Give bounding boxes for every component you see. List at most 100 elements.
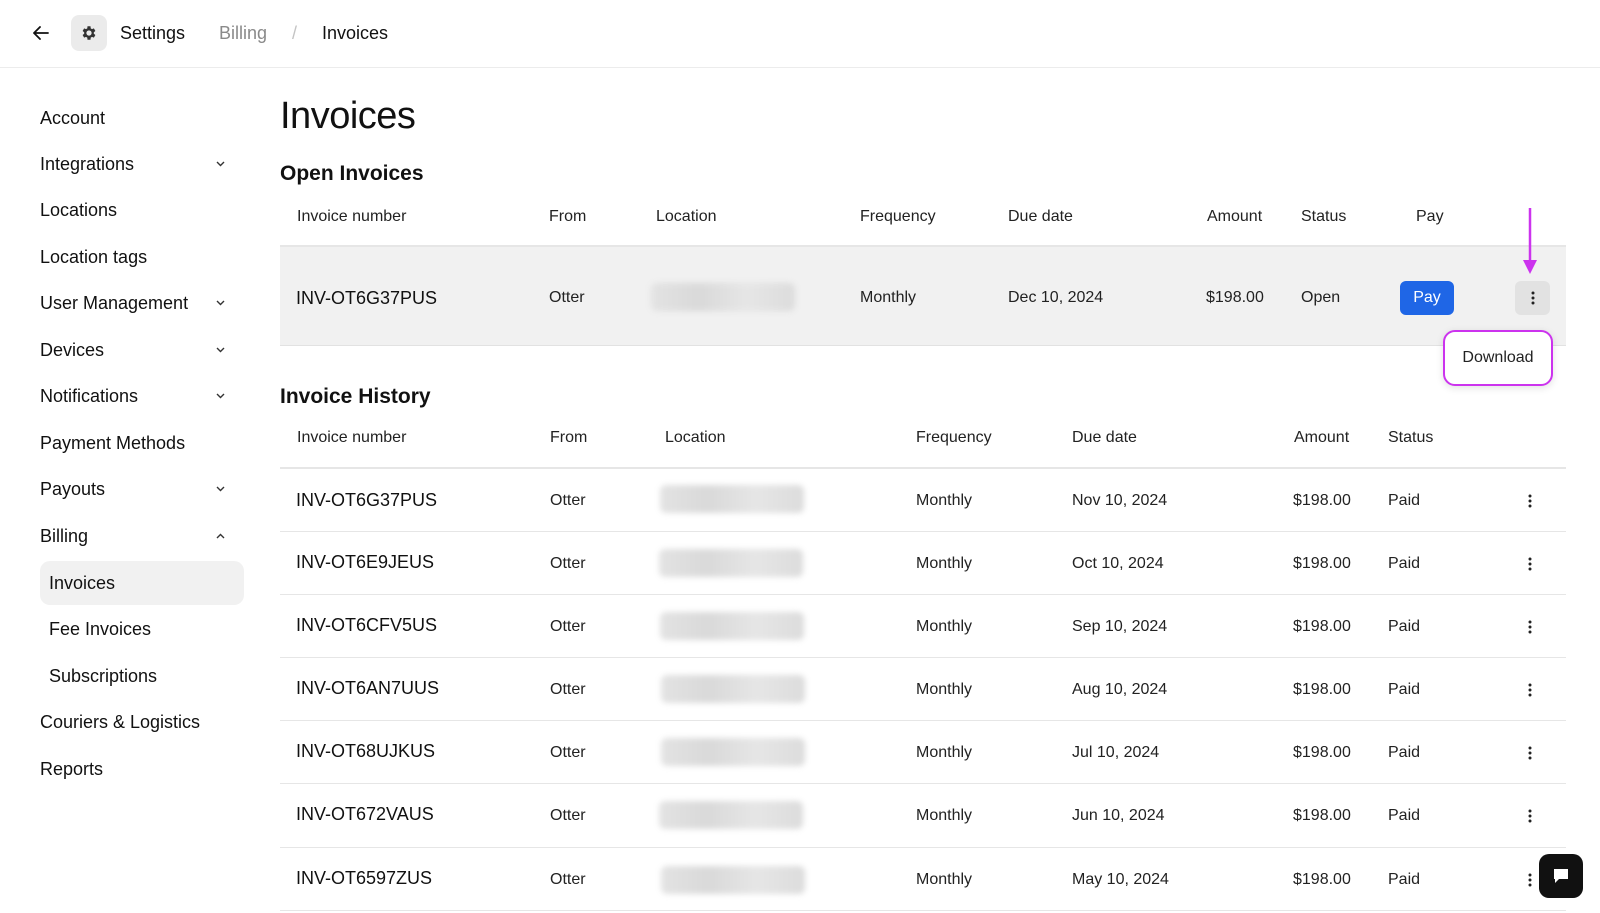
sidebar-item-label: Account [40,108,106,128]
sidebar-item-payment-methods[interactable]: Payment Methods [40,425,240,461]
sidebar-item-account[interactable]: Account [40,100,240,136]
history-due-date: May 10, 2024 [1072,871,1169,888]
history-invoice-number: INV-OT672VAUS [296,804,434,824]
open-invoice-menu-button[interactable] [1515,281,1550,315]
history-frequency: Monthly [916,681,973,698]
sidebar-subitem-label: Subscriptions [49,666,158,686]
row-menu-button[interactable] [1518,802,1542,830]
history-location-redacted [660,485,804,513]
history-due-date: Aug 10, 2024 [1072,681,1168,698]
row-menu-button[interactable] [1518,676,1542,704]
history-invoice-number: INV-OT68UJKUS [296,741,436,761]
history-amount: $198.00 [1293,807,1351,824]
page-title: Invoices [280,95,416,137]
history-col-amount: Amount [1294,429,1350,446]
row-menu-button[interactable] [1518,739,1542,767]
history-status: Paid [1388,681,1421,698]
kebab-menu-icon [1528,557,1532,571]
sidebar-item-devices[interactable]: Devices [40,332,240,368]
chevron-up-icon [214,518,226,554]
history-amount: $198.00 [1293,618,1351,635]
open-invoice-due-date: Dec 10, 2024 [1008,289,1104,306]
chat-button[interactable] [1539,854,1583,898]
sidebar-item-user-management[interactable]: User Management [40,285,240,321]
row-menu-button[interactable] [1518,613,1542,641]
history-location-redacted [659,549,803,577]
arrow-left-icon [33,26,49,40]
kebab-menu-icon [1528,683,1532,697]
pay-button[interactable]: Pay [1400,281,1454,315]
open-invoice-frequency: Monthly [860,289,917,306]
history-due-date: Oct 10, 2024 [1072,555,1164,572]
sidebar-item-couriers-logistics[interactable]: Couriers & Logistics [40,704,240,740]
sidebar-item-billing[interactable]: Billing [40,518,240,554]
sidebar-item-reports[interactable]: Reports [40,751,240,787]
sidebar-item-location-tags[interactable]: Location tags [40,239,240,275]
row-divider [280,594,1566,595]
history-invoice-number: INV-OT6597ZUS [296,868,433,888]
sidebar-item-payouts[interactable]: Payouts [40,471,240,507]
open-col-invoice-number: Invoice number [297,208,407,225]
sidebar-item-integrations[interactable]: Integrations [40,146,240,182]
row-divider [280,657,1566,658]
top-bar: Settings Billing / Invoices [0,0,1600,68]
chevron-down-icon [214,146,226,182]
open-col-location: Location [656,208,717,225]
history-amount: $198.00 [1293,744,1351,761]
breadcrumb-billing[interactable]: Billing [219,21,267,45]
invoice-history-title: Invoice History [280,385,431,408]
row-menu-button[interactable] [1518,550,1542,578]
history-status: Paid [1388,744,1421,761]
history-frequency: Monthly [916,492,973,509]
back-button[interactable] [28,20,54,46]
sidebar-subitem-invoices[interactable]: Invoices [40,561,244,605]
open-invoices-title: Open Invoices [280,162,424,185]
settings-icon-badge [71,15,107,51]
chevron-down-icon [214,332,226,368]
kebab-menu-icon [1531,291,1534,305]
history-invoice-number: INV-OT6AN7UUS [296,678,440,698]
sidebar-subitem-label: Invoices [49,573,116,593]
open-col-from: From [549,208,587,225]
chevron-down-icon [214,285,226,321]
sidebar-subitem-label: Fee Invoices [49,619,152,639]
history-status: Paid [1388,555,1421,572]
open-invoice-status: Open [1301,289,1341,306]
open-invoice-location-redacted [651,283,795,311]
history-due-date: Jul 10, 2024 [1072,744,1160,761]
open-col-pay: Pay [1416,208,1444,225]
history-invoice-number: INV-OT6G37PUS [296,490,438,510]
history-status: Paid [1388,618,1421,635]
history-amount: $198.00 [1293,492,1351,509]
breadcrumb-settings: Settings [120,23,186,43]
row-menu-button[interactable] [1518,487,1542,515]
open-invoice-amount: $198.00 [1206,289,1264,306]
history-from: Otter [550,807,586,824]
history-location-redacted [661,866,805,894]
row-divider [280,910,1566,911]
open-col-frequency: Frequency [860,208,936,225]
history-due-date: Jun 10, 2024 [1072,807,1165,824]
kebab-menu-icon [1528,620,1532,634]
sidebar-item-label: Couriers & Logistics [40,712,201,732]
download-menu-item[interactable]: Download [1443,330,1553,386]
sidebar-item-label: Billing [40,526,89,546]
history-col-due-date: Due date [1072,429,1137,446]
sidebar-item-notifications[interactable]: Notifications [40,378,240,414]
sidebar-item-label: User Management [40,293,189,313]
sidebar-item-label: Location tags [40,247,148,267]
open-col-amount: Amount [1207,208,1263,225]
chevron-down-icon [214,378,226,414]
history-frequency: Monthly [916,871,973,888]
history-status: Paid [1388,807,1421,824]
history-from: Otter [550,555,586,572]
chat-icon [1554,869,1568,883]
sidebar-item-locations[interactable]: Locations [40,192,240,228]
row-divider [280,720,1566,721]
gear-icon [82,26,96,40]
sidebar-subitem-fee-invoices[interactable]: Fee Invoices [40,607,244,651]
history-location-redacted [659,801,803,829]
sidebar-subitem-subscriptions[interactable]: Subscriptions [40,654,244,698]
breadcrumb-separator: / [292,23,298,43]
history-col-status: Status [1388,429,1434,446]
